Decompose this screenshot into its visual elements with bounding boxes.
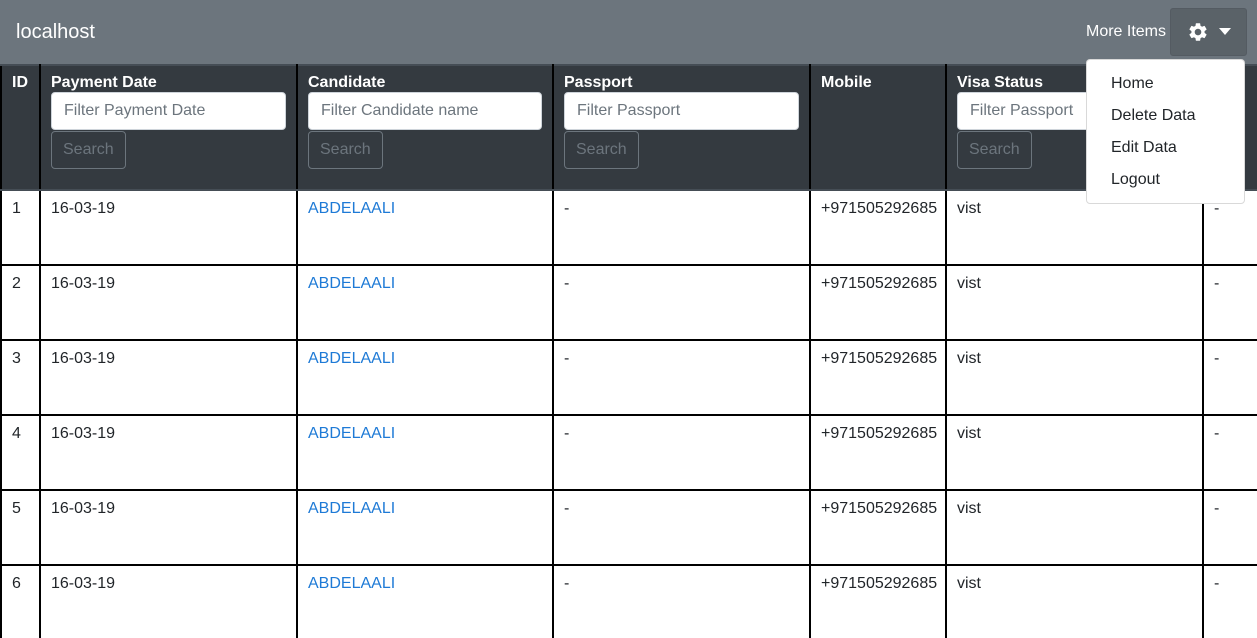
cell-payment-date: 16-03-19 — [39, 564, 298, 638]
candidates-table: ID Payment Date Search Candidate Search … — [0, 64, 1257, 638]
table-header: ID Payment Date Search Candidate Search … — [0, 64, 1257, 191]
cell-extra: - — [1202, 339, 1257, 416]
table-row: 2 16-03-19 ABDELAALI - +971505292685 vis… — [0, 264, 1257, 341]
cell-id: 3 — [0, 339, 41, 416]
table-body: 1 16-03-19 ABDELAALI - +971505292685 vis… — [0, 189, 1257, 638]
search-payment-date-button[interactable]: Search — [51, 131, 126, 169]
column-label-mobile: Mobile — [821, 74, 872, 91]
cell-payment-date: 16-03-19 — [39, 264, 298, 341]
dropdown-item-home[interactable]: Home — [1087, 68, 1244, 100]
cell-visa-status: vist — [945, 414, 1204, 491]
cell-mobile: +971505292685 — [809, 489, 947, 566]
cell-passport: - — [552, 414, 811, 491]
cell-mobile: +971505292685 — [809, 564, 947, 638]
dropdown-item-logout[interactable]: Logout — [1087, 164, 1244, 196]
brand-title[interactable]: localhost — [16, 21, 95, 44]
search-candidate-button[interactable]: Search — [308, 131, 383, 169]
cell-passport: - — [552, 339, 811, 416]
settings-dropdown-button[interactable] — [1170, 8, 1247, 56]
cell-id: 4 — [0, 414, 41, 491]
table-row: 5 16-03-19 ABDELAALI - +971505292685 vis… — [0, 489, 1257, 566]
cell-mobile: +971505292685 — [809, 414, 947, 491]
column-header-mobile: Mobile — [809, 64, 947, 191]
caret-down-icon — [1218, 28, 1231, 36]
settings-dropdown-menu: Home Delete Data Edit Data Logout — [1086, 59, 1245, 204]
cell-visa-status: vist — [945, 489, 1204, 566]
cell-candidate: ABDELAALI — [296, 189, 554, 266]
cell-passport: - — [552, 264, 811, 341]
candidate-link[interactable]: ABDELAALI — [308, 275, 395, 292]
cell-candidate: ABDELAALI — [296, 564, 554, 638]
dropdown-item-delete-data[interactable]: Delete Data — [1087, 100, 1244, 132]
cell-id: 1 — [0, 189, 41, 266]
column-header-payment-date: Payment Date Search — [39, 64, 298, 191]
filter-candidate-input[interactable] — [308, 92, 542, 130]
candidate-link[interactable]: ABDELAALI — [308, 425, 395, 442]
column-header-passport: Passport Search — [552, 64, 811, 191]
dropdown-item-edit-data[interactable]: Edit Data — [1087, 132, 1244, 164]
cell-mobile: +971505292685 — [809, 189, 947, 266]
cell-payment-date: 16-03-19 — [39, 189, 298, 266]
filter-payment-date-input[interactable] — [51, 92, 286, 130]
more-items-link[interactable]: More Items — [1086, 23, 1166, 41]
table-row: 4 16-03-19 ABDELAALI - +971505292685 vis… — [0, 414, 1257, 491]
cell-payment-date: 16-03-19 — [39, 489, 298, 566]
cell-visa-status: vist — [945, 564, 1204, 638]
cell-extra: - — [1202, 564, 1257, 638]
cell-passport: - — [552, 189, 811, 266]
cell-id: 6 — [0, 564, 41, 638]
filter-passport-input[interactable] — [564, 92, 799, 130]
cell-passport: - — [552, 489, 811, 566]
candidate-link[interactable]: ABDELAALI — [308, 200, 395, 217]
gear-icon — [1187, 21, 1209, 43]
search-visa-status-button[interactable]: Search — [957, 131, 1032, 169]
navbar-right: More Items — [1086, 8, 1247, 56]
candidate-link[interactable]: ABDELAALI — [308, 575, 395, 592]
column-header-candidate: Candidate Search — [296, 64, 554, 191]
candidate-link[interactable]: ABDELAALI — [308, 350, 395, 367]
cell-passport: - — [552, 564, 811, 638]
column-label-id: ID — [12, 74, 28, 91]
cell-extra: - — [1202, 414, 1257, 491]
column-header-id: ID — [0, 64, 41, 191]
cell-visa-status: vist — [945, 339, 1204, 416]
cell-id: 2 — [0, 264, 41, 341]
table-row: 1 16-03-19 ABDELAALI - +971505292685 vis… — [0, 189, 1257, 266]
cell-candidate: ABDELAALI — [296, 339, 554, 416]
search-passport-button[interactable]: Search — [564, 131, 639, 169]
column-label-payment-date: Payment Date — [51, 74, 157, 91]
cell-candidate: ABDELAALI — [296, 414, 554, 491]
table-row: 3 16-03-19 ABDELAALI - +971505292685 vis… — [0, 339, 1257, 416]
column-label-passport: Passport — [564, 74, 633, 91]
cell-candidate: ABDELAALI — [296, 264, 554, 341]
cell-mobile: +971505292685 — [809, 339, 947, 416]
cell-id: 5 — [0, 489, 41, 566]
cell-extra: - — [1202, 264, 1257, 341]
column-label-candidate: Candidate — [308, 74, 386, 91]
cell-payment-date: 16-03-19 — [39, 339, 298, 416]
navbar: localhost More Items — [0, 0, 1257, 64]
cell-payment-date: 16-03-19 — [39, 414, 298, 491]
cell-candidate: ABDELAALI — [296, 489, 554, 566]
cell-extra: - — [1202, 489, 1257, 566]
cell-mobile: +971505292685 — [809, 264, 947, 341]
candidate-link[interactable]: ABDELAALI — [308, 500, 395, 517]
table-row: 6 16-03-19 ABDELAALI - +971505292685 vis… — [0, 564, 1257, 638]
cell-visa-status: vist — [945, 264, 1204, 341]
